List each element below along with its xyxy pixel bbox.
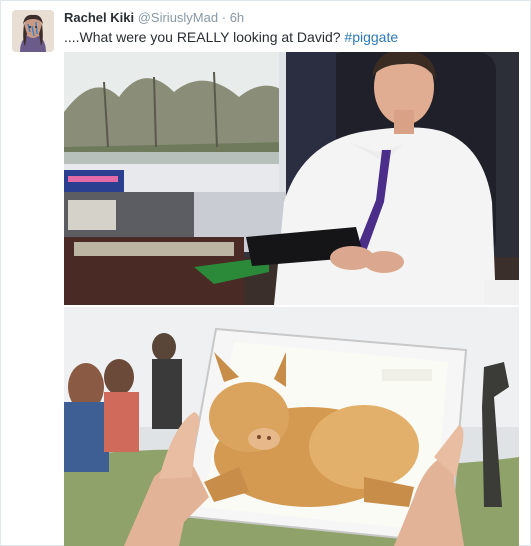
tweet-photo-pig-tablet[interactable] (64, 307, 519, 546)
timestamp-link[interactable]: 6h (230, 10, 244, 25)
user-avatar[interactable] (12, 10, 54, 52)
display-name[interactable]: Rachel Kiki (64, 10, 134, 25)
hashtag-link[interactable]: #piggate (344, 29, 398, 45)
user-handle[interactable]: @SiriuslyMad (138, 10, 218, 25)
tweet-header: Rachel Kiki @SiriuslyMad · 6h (64, 10, 244, 26)
tweet-photo-train[interactable] (64, 52, 519, 305)
separator-dot: · (221, 10, 227, 25)
tweet-text: ....What were you REALLY looking at Davi… (64, 28, 398, 46)
tweet-card[interactable]: Rachel Kiki @SiriuslyMad · 6h ....What w… (0, 0, 531, 546)
pig-tablet-photo-image (64, 307, 519, 546)
train-photo-image (64, 52, 519, 305)
tweet-text-main: ....What were you REALLY looking at Davi… (64, 29, 341, 45)
avatar-image (12, 10, 54, 52)
